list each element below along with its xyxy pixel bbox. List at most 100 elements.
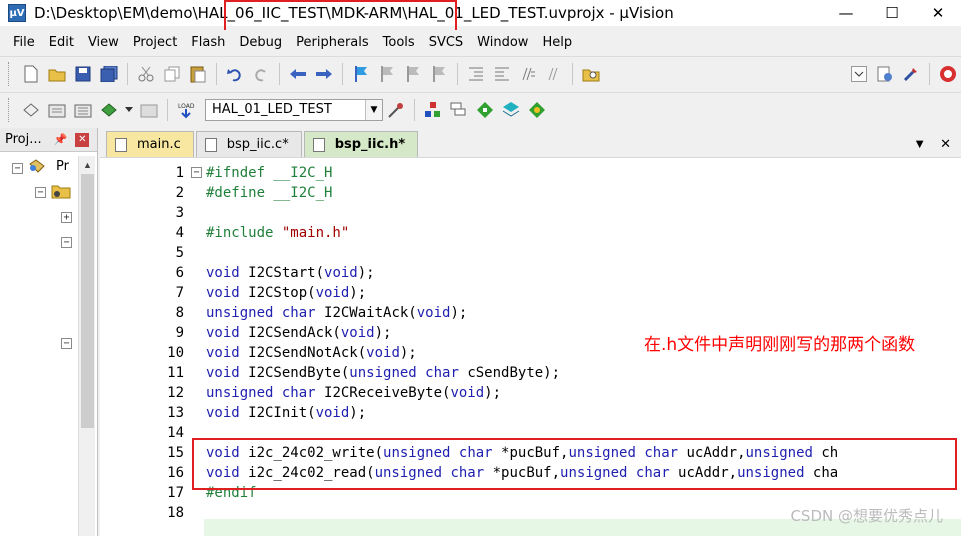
open-folder-icon[interactable] xyxy=(46,63,68,85)
menu-tools[interactable]: Tools xyxy=(376,35,422,50)
file-toolbar xyxy=(0,56,961,90)
code-line: void I2CStop(void); xyxy=(206,283,366,303)
unindent-icon[interactable] xyxy=(491,63,513,85)
tree-collapse-icon[interactable]: − xyxy=(61,237,72,248)
build-icon[interactable] xyxy=(46,99,68,121)
tree-collapse-icon[interactable]: − xyxy=(35,187,46,198)
chevron-down-icon[interactable]: ▼ xyxy=(365,99,382,120)
close-button[interactable]: ✕ xyxy=(915,0,961,26)
window-controls: — ☐ ✕ xyxy=(823,0,961,26)
rebuild-icon[interactable] xyxy=(72,99,94,121)
project-panel-header: Proj... 📌 ✕ xyxy=(0,128,97,152)
toolbar-separator xyxy=(167,98,168,121)
tree-collapse-icon[interactable]: − xyxy=(61,338,72,349)
menu-window[interactable]: Window xyxy=(470,35,535,50)
undo-icon[interactable] xyxy=(224,63,246,85)
save-all-icon[interactable] xyxy=(98,63,120,85)
save-icon[interactable] xyxy=(72,63,94,85)
line-number: 3 xyxy=(175,205,184,221)
project-panel: Proj... 📌 ✕ − Pr − + − − ▲ xyxy=(0,128,98,536)
editor-area: main.c bsp_iic.c* bsp_iic.h* ▼ ✕ 1 2 3 4… xyxy=(100,128,961,536)
toolbar-separator xyxy=(572,62,573,85)
fold-collapse-icon[interactable]: − xyxy=(191,167,202,178)
menu-project[interactable]: Project xyxy=(126,35,184,50)
code-line: void I2CInit(void); xyxy=(206,403,366,423)
menu-svcs[interactable]: SVCS xyxy=(422,35,470,50)
scroll-up-icon[interactable]: ▲ xyxy=(79,156,96,173)
new-file-icon[interactable] xyxy=(20,63,42,85)
target-select[interactable]: HAL_01_LED_TEST ▼ xyxy=(205,98,383,121)
menu-flash[interactable]: Flash xyxy=(184,35,232,50)
stop-build-icon[interactable] xyxy=(138,99,160,121)
prev-bookmark-icon[interactable] xyxy=(376,63,398,85)
menu-debug[interactable]: Debug xyxy=(232,35,289,50)
tab-bsp-iic-c[interactable]: bsp_iic.c* xyxy=(195,131,302,157)
code-line: void i2c_24c02_write(unsigned char *pucB… xyxy=(206,443,838,463)
code-text: void I2CStart(void); xyxy=(206,265,375,281)
menu-help[interactable]: Help xyxy=(535,35,579,50)
line-number: 1 xyxy=(175,165,184,181)
run-time-environment-icon[interactable] xyxy=(526,99,548,121)
maximize-button[interactable]: ☐ xyxy=(869,0,915,26)
file-extensions-icon[interactable] xyxy=(448,99,470,121)
tree-collapse-icon[interactable]: − xyxy=(12,163,23,174)
tab-list-icon[interactable]: ▼ xyxy=(913,136,926,152)
code-text: void I2CSendByte(unsigned char cSendByte… xyxy=(206,365,561,381)
debug-start-icon[interactable] xyxy=(937,63,959,85)
comment-icon[interactable] xyxy=(517,63,539,85)
clear-bookmarks-icon[interactable] xyxy=(428,63,450,85)
configure-icon[interactable] xyxy=(874,63,896,85)
copy-icon[interactable] xyxy=(161,63,183,85)
project-scrollbar[interactable]: ▲ xyxy=(78,156,95,536)
tab-main-c[interactable]: main.c xyxy=(106,131,194,157)
code-editor[interactable]: #ifndef __I2C_H #define __I2C_H #include… xyxy=(204,159,961,536)
pack-installer-icon[interactable] xyxy=(474,99,496,121)
paste-icon[interactable] xyxy=(187,63,209,85)
line-number: 2 xyxy=(175,185,184,201)
translate-icon[interactable] xyxy=(20,99,42,121)
toolbar-grip xyxy=(8,61,12,86)
code-line: void i2c_24c02_read(unsigned char *pucBu… xyxy=(206,463,838,483)
bookmark-icon[interactable] xyxy=(350,63,372,85)
select-packs-icon[interactable] xyxy=(500,99,522,121)
menu-file[interactable]: File xyxy=(6,35,42,50)
code-text: #define __I2C_H xyxy=(206,185,333,201)
menu-view[interactable]: View xyxy=(81,35,126,50)
cut-icon[interactable] xyxy=(135,63,157,85)
menu-peripherals[interactable]: Peripherals xyxy=(289,35,376,50)
redo-icon[interactable] xyxy=(250,63,272,85)
toolbar-grip xyxy=(8,97,12,122)
dropdown-chevron-icon[interactable] xyxy=(848,63,870,85)
batch-dropdown-icon[interactable] xyxy=(124,99,134,121)
navigate-back-icon[interactable] xyxy=(287,63,309,85)
manage-components-icon[interactable] xyxy=(422,99,444,121)
tab-bsp-iic-h[interactable]: bsp_iic.h* xyxy=(303,131,419,157)
indent-icon[interactable] xyxy=(465,63,487,85)
find-in-files-icon[interactable] xyxy=(580,63,602,85)
panel-close-icon[interactable]: ✕ xyxy=(75,132,90,147)
navigate-forward-icon[interactable] xyxy=(313,63,335,85)
code-text: void i2c_24c02_write(unsigned char *pucB… xyxy=(206,445,839,461)
tree-expand-icon[interactable]: + xyxy=(61,212,72,223)
batch-build-icon[interactable] xyxy=(98,99,120,121)
watermark: CSDN @想要优秀点儿 xyxy=(790,507,943,525)
next-bookmark-icon[interactable] xyxy=(402,63,424,85)
menu-edit[interactable]: Edit xyxy=(42,35,81,50)
code-text: #ifndef __I2C_H xyxy=(206,165,333,181)
pin-icon[interactable]: 📌 xyxy=(54,133,68,146)
project-root-label[interactable]: Pr xyxy=(56,159,69,174)
line-number: 18 xyxy=(167,505,184,521)
line-number: 8 xyxy=(175,305,184,321)
code-line: unsigned char I2CReceiveByte(void); xyxy=(206,383,501,403)
line-number: 10 xyxy=(167,345,184,361)
target-options-icon[interactable] xyxy=(385,99,407,121)
line-number: 4 xyxy=(175,225,184,241)
scrollbar-thumb[interactable] xyxy=(81,174,94,428)
minimize-button[interactable]: — xyxy=(823,0,869,26)
tools-icon[interactable] xyxy=(900,63,922,85)
uncomment-icon[interactable] xyxy=(543,63,565,85)
target-select-value: HAL_01_LED_TEST xyxy=(212,102,332,117)
close-tab-icon[interactable]: ✕ xyxy=(940,136,951,152)
code-line: unsigned char I2CWaitAck(void); xyxy=(206,303,467,323)
download-load-icon[interactable]: LOAD xyxy=(175,99,197,121)
